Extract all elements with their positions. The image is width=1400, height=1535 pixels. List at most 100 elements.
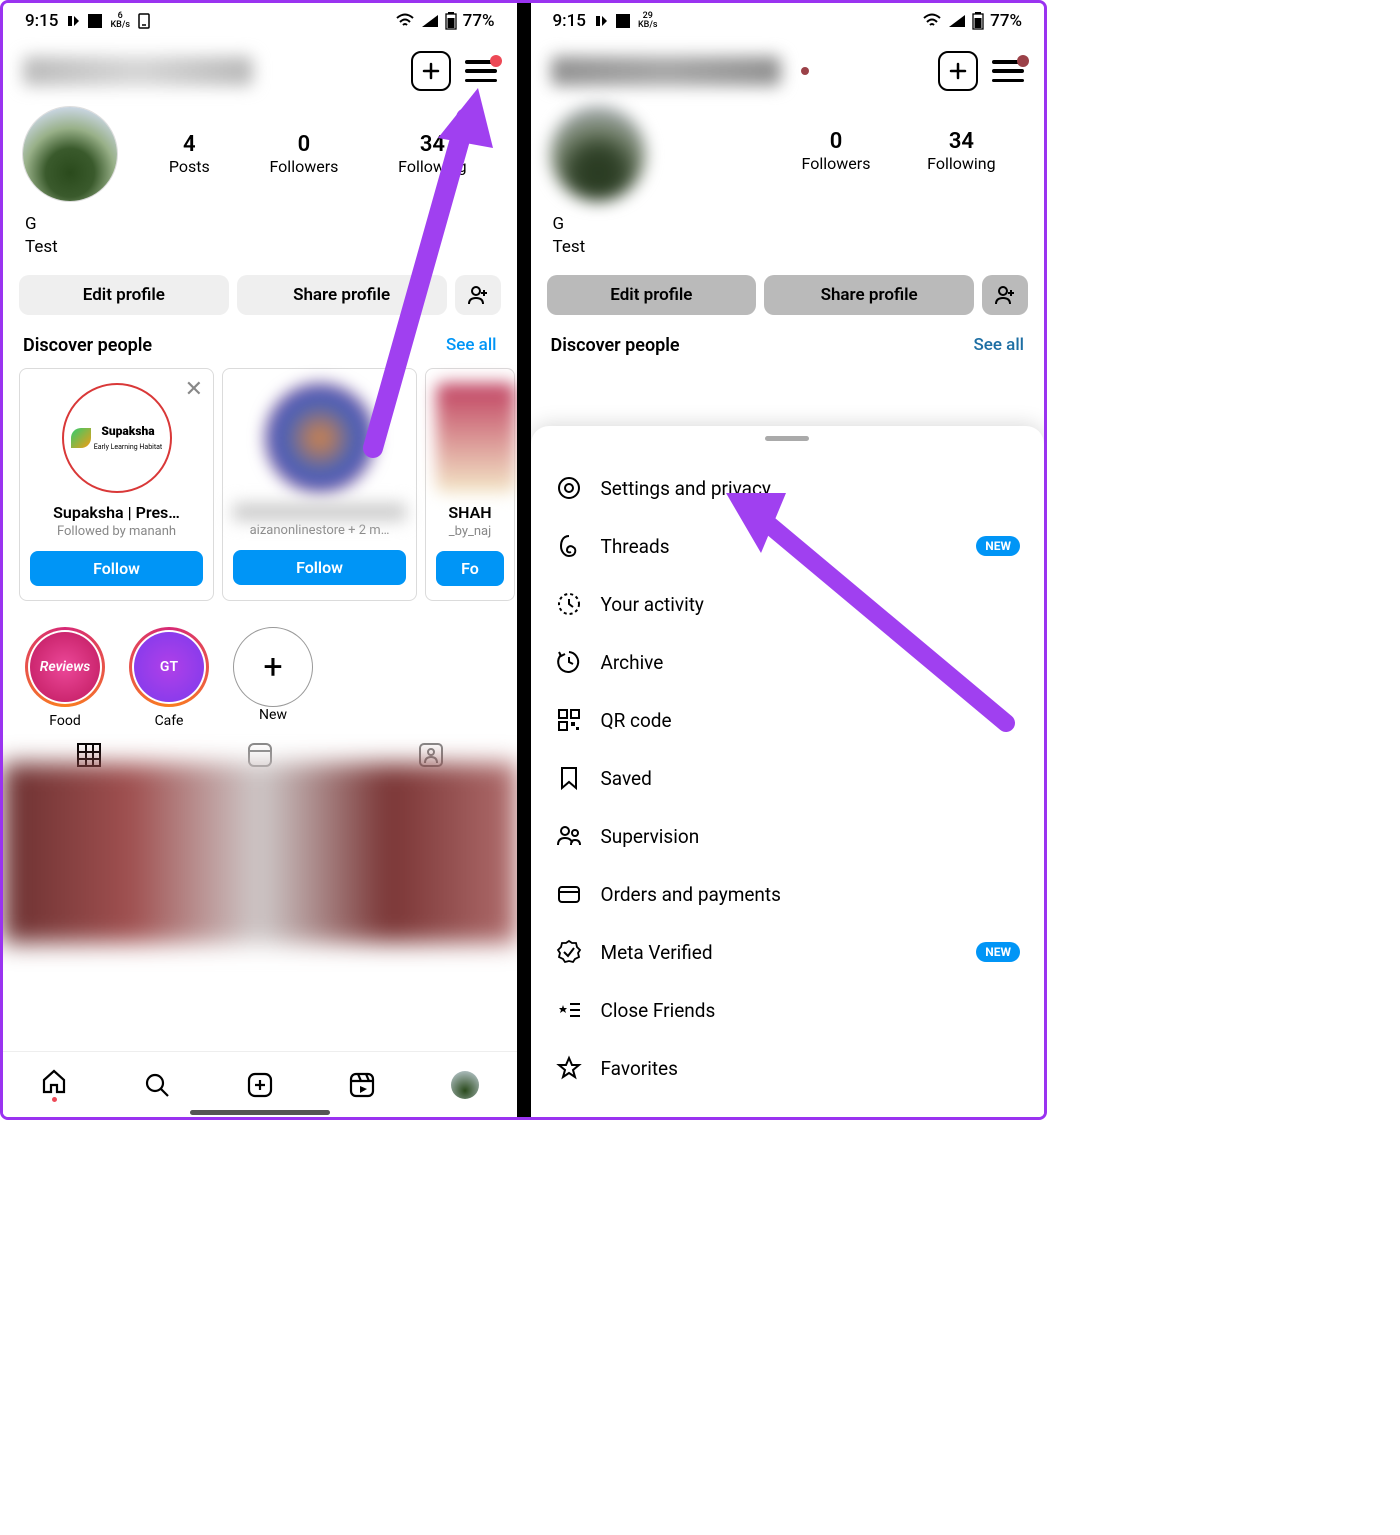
card-sub: aizanonlinestore + 2 m… <box>233 523 406 538</box>
activity-icon <box>555 590 583 618</box>
menu-supervision[interactable]: Supervision <box>531 807 1045 865</box>
edit-profile-button[interactable]: Edit profile <box>19 275 229 315</box>
close-icon[interactable]: ✕ <box>185 377 203 402</box>
menu-button <box>992 60 1024 82</box>
highlight-new[interactable]: +New <box>233 627 313 729</box>
menu-label: Close Friends <box>601 999 716 1022</box>
menu-label: Favorites <box>601 1057 678 1080</box>
data-speed: 29KB/s <box>638 12 658 30</box>
archive-icon <box>555 648 583 676</box>
square-icon <box>616 14 630 28</box>
discover-people-button <box>982 275 1028 315</box>
share-profile-button[interactable]: Share profile <box>237 275 447 315</box>
bottom-nav <box>3 1051 517 1117</box>
profile-header <box>3 37 517 101</box>
menu-favorites[interactable]: Favorites <box>531 1039 1045 1097</box>
verified-icon <box>555 938 583 966</box>
status-time: 9:15 <box>25 11 58 31</box>
follow-button[interactable]: Follow <box>30 551 203 586</box>
new-badge: NEW <box>976 942 1020 962</box>
highlight-food[interactable]: ReviewsFood <box>25 627 105 729</box>
signal-icon <box>948 14 966 28</box>
create-button[interactable] <box>411 51 451 91</box>
wifi-icon <box>922 13 942 29</box>
menu-qr[interactable]: QR code <box>531 691 1045 749</box>
follow-button[interactable]: Fo <box>436 551 504 586</box>
posts-grid[interactable] <box>3 763 517 943</box>
see-all-link[interactable]: See all <box>446 335 497 355</box>
menu-bottom-sheet: Settings and privacy Threads NEW Your activ… <box>531 426 1045 1117</box>
stat-followers[interactable]: 0Followers <box>270 132 339 176</box>
qr-icon <box>555 706 583 734</box>
close-friends-icon <box>555 996 583 1024</box>
battery-icon <box>445 12 457 30</box>
profile-bio: G Test <box>3 207 517 265</box>
follow-button[interactable]: Follow <box>233 550 406 585</box>
favorites-icon <box>555 1054 583 1082</box>
menu-archive[interactable]: Archive <box>531 633 1045 691</box>
menu-label: QR code <box>601 709 672 732</box>
username-blurred <box>551 56 781 86</box>
stat-following[interactable]: 34Following <box>398 132 466 176</box>
menu-saved[interactable]: Saved <box>531 749 1045 807</box>
sheet-handle[interactable] <box>765 436 809 441</box>
gesture-bar <box>190 1110 330 1115</box>
highlight-cafe[interactable]: GTCafe <box>129 627 209 729</box>
profile-avatar[interactable] <box>23 107 117 201</box>
nav-create[interactable] <box>246 1071 274 1099</box>
suggestion-card[interactable]: ✕ SupakshaEarly Learning Habitat Supaksh… <box>19 368 214 601</box>
username-blurred[interactable] <box>23 56 253 86</box>
menu-orders[interactable]: Orders and payments <box>531 865 1045 923</box>
menu-label: Threads <box>601 535 670 558</box>
menu-activity[interactable]: Your activity <box>531 575 1045 633</box>
discover-title: Discover people <box>551 335 680 356</box>
notification-dot-icon <box>801 67 809 75</box>
card-sub: Followed by mananh <box>30 524 203 539</box>
notif-icon <box>66 14 80 28</box>
stat-followers: 0Followers <box>802 129 871 179</box>
saved-icon <box>555 764 583 792</box>
menu-threads[interactable]: Threads NEW <box>531 517 1045 575</box>
discover-people-button[interactable] <box>455 275 501 315</box>
nav-profile[interactable] <box>451 1071 479 1099</box>
status-bar: 9:15 29KB/s 77% <box>531 3 1045 37</box>
see-all-link: See all <box>973 335 1024 355</box>
discover-title: Discover people <box>23 335 152 356</box>
menu-label: Orders and payments <box>601 883 781 906</box>
stat-posts[interactable]: 4Posts <box>169 132 210 176</box>
threads-icon <box>555 532 583 560</box>
notif-icon <box>594 14 608 28</box>
menu-verified[interactable]: Meta VerifiedNEW <box>531 923 1045 981</box>
create-button <box>938 51 978 91</box>
wifi-icon <box>395 13 415 29</box>
nav-search[interactable] <box>143 1071 171 1099</box>
nav-reels[interactable] <box>348 1071 376 1099</box>
card-avatar <box>265 383 375 493</box>
notification-dot-icon <box>490 55 502 67</box>
menu-close-friends[interactable]: Close Friends <box>531 981 1045 1039</box>
profile-bio: GTest <box>531 207 1045 265</box>
menu-label: Your activity <box>601 593 704 616</box>
status-bar: 9:15 6KB/s 77% <box>3 3 517 37</box>
supervision-icon <box>555 822 583 850</box>
card-name: SHAH <box>436 503 504 522</box>
orders-icon <box>555 880 583 908</box>
menu-settings[interactable]: Settings and privacy <box>531 459 1045 517</box>
settings-icon <box>555 474 583 502</box>
menu-button[interactable] <box>465 60 497 82</box>
card-avatar <box>436 383 516 493</box>
status-time: 9:15 <box>553 11 586 31</box>
suggestion-card[interactable]: aizanonlinestore + 2 m… Follow <box>222 368 417 601</box>
card-name <box>233 503 406 521</box>
new-badge: NEW <box>976 536 1020 556</box>
stat-following: 34Following <box>927 129 995 179</box>
nav-home[interactable] <box>40 1067 68 1102</box>
menu-label: Archive <box>601 651 664 674</box>
data-speed: 6KB/s <box>110 12 130 30</box>
share-profile-button: Share profile <box>764 275 974 315</box>
signal-icon <box>421 14 439 28</box>
suggestion-card[interactable]: SHAH _by_naj Fo <box>425 368 515 601</box>
card-sub: _by_naj <box>436 524 504 539</box>
battery-pct: 77% <box>463 11 495 31</box>
menu-label: Settings and privacy <box>601 477 771 500</box>
